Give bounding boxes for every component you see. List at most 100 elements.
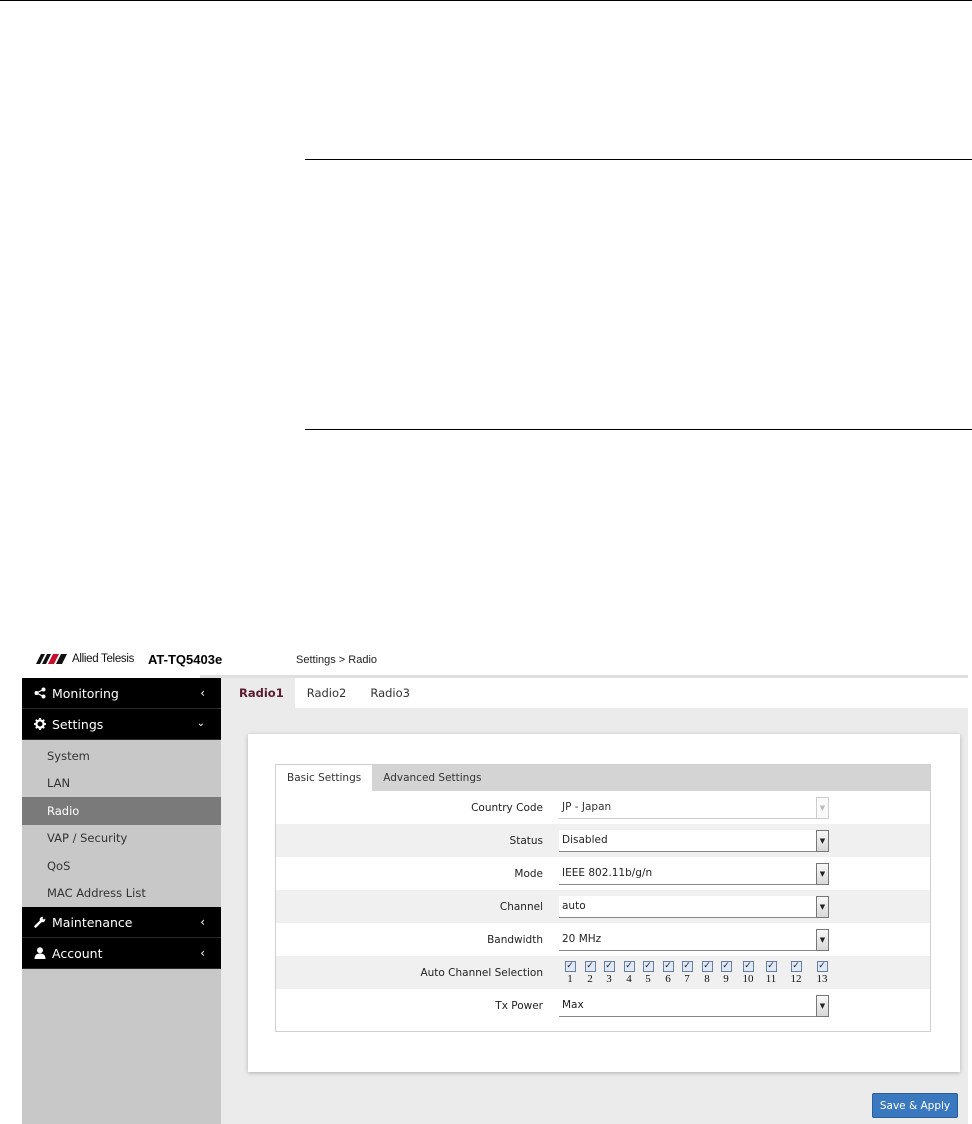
divider-rule — [305, 429, 972, 430]
channel-option[interactable]: ✓ 6 — [661, 961, 675, 985]
divider-rule — [305, 159, 972, 160]
channel-number: 12 — [790, 973, 802, 985]
checkbox-checked-icon[interactable]: ✓ — [720, 961, 732, 972]
dropdown-arrow-icon[interactable]: ▼ — [816, 928, 829, 951]
channel-number: 9 — [723, 973, 729, 985]
channel-option[interactable]: ✓ 11 — [762, 961, 780, 985]
tx-power-value: Max — [562, 999, 584, 1011]
bandwidth-row: Bandwidth 20 MHz ▼ — [276, 923, 930, 956]
channel-number: 8 — [704, 973, 710, 985]
sidebar-item-maintenance[interactable]: Maintenance ‹ — [22, 907, 221, 938]
checkbox-checked-icon[interactable]: ✓ — [603, 961, 615, 972]
channel-option[interactable]: ✓ 9 — [719, 961, 733, 985]
checkbox-checked-icon[interactable]: ✓ — [584, 961, 596, 972]
sidebar-item-monitoring[interactable]: Monitoring ‹ — [22, 678, 221, 709]
channel-value: auto — [562, 900, 586, 912]
sidebar-item-label: Maintenance — [52, 914, 133, 930]
sidebar-item-lan[interactable]: LAN — [22, 769, 221, 797]
mode-label: Mode — [514, 867, 543, 880]
channel-option[interactable]: ✓ 12 — [787, 961, 805, 985]
checkbox-checked-icon[interactable]: ✓ — [765, 961, 777, 972]
tab-advanced-settings[interactable]: Advanced Settings — [372, 765, 492, 791]
sidebar: Monitoring ‹ Settings ⌄ System LAN Radio… — [22, 678, 221, 1124]
dropdown-arrow-icon[interactable]: ▼ — [816, 994, 829, 1017]
breadcrumb: Settings > Radio — [296, 654, 378, 666]
sidebar-item-label: Monitoring — [52, 685, 119, 701]
channel-number: 10 — [742, 973, 754, 985]
checkbox-checked-icon[interactable]: ✓ — [681, 961, 693, 972]
channel-option[interactable]: ✓ 2 — [583, 961, 597, 985]
checkbox-checked-icon[interactable]: ✓ — [642, 961, 654, 972]
channel-label: Channel — [499, 900, 543, 913]
sidebar-item-system[interactable]: System — [22, 742, 221, 770]
tx-power-label: Tx Power — [495, 999, 543, 1012]
channel-option[interactable]: ✓ 10 — [739, 961, 757, 985]
tx-power-select[interactable]: Max ▼ — [559, 994, 829, 1017]
dropdown-arrow-icon[interactable]: ▼ — [816, 895, 829, 918]
auto-channel-label: Auto Channel Selection — [420, 966, 543, 979]
channel-number: 5 — [645, 973, 651, 985]
sidebar-item-mac-address-list[interactable]: MAC Address List — [22, 879, 221, 907]
checkbox-checked-icon[interactable]: ✓ — [564, 961, 576, 972]
channel-option[interactable]: ✓ 3 — [602, 961, 616, 985]
mode-select[interactable]: IEEE 802.11b/g/n ▼ — [559, 862, 829, 885]
checkbox-checked-icon[interactable]: ✓ — [816, 961, 828, 972]
top-rule — [0, 0, 972, 1]
channel-option[interactable]: ✓ 7 — [680, 961, 694, 985]
dropdown-arrow-icon[interactable]: ▼ — [816, 862, 829, 885]
radio-settings-box: Basic Settings Advanced Settings Country… — [275, 764, 931, 1032]
sidebar-item-vap-security[interactable]: VAP / Security — [22, 824, 221, 852]
channel-option[interactable]: ✓ 8 — [700, 961, 714, 985]
tab-basic-settings[interactable]: Basic Settings — [276, 765, 373, 791]
settings-submenu: System LAN Radio VAP / Security QoS MAC … — [22, 740, 221, 907]
device-model: AT-TQ5403e — [148, 652, 223, 667]
channel-option[interactable]: ✓ 13 — [813, 961, 831, 985]
app-header: Allied Telesis AT-TQ5403e Settings > Rad… — [22, 648, 968, 676]
allied-telesis-logo-icon — [36, 654, 67, 664]
status-select[interactable]: Disabled ▼ — [559, 829, 829, 852]
checkbox-checked-icon[interactable]: ✓ — [790, 961, 802, 972]
settings-sub-tabs: Basic Settings Advanced Settings — [276, 765, 930, 791]
channel-option[interactable]: ✓ 4 — [622, 961, 636, 985]
channel-number: 4 — [626, 973, 632, 985]
channel-option[interactable]: ✓ 5 — [641, 961, 655, 985]
chevron-left-icon: ‹ — [200, 946, 205, 960]
sidebar-item-radio[interactable]: Radio — [22, 797, 221, 825]
channel-number: 7 — [684, 973, 690, 985]
sidebar-item-qos[interactable]: QoS — [22, 852, 221, 880]
channel-option[interactable]: ✓ 1 — [563, 961, 577, 985]
checkbox-checked-icon[interactable]: ✓ — [701, 961, 713, 972]
channel-number: 3 — [606, 973, 612, 985]
dropdown-arrow-icon[interactable]: ▼ — [816, 829, 829, 852]
wrench-icon — [32, 916, 48, 928]
chevron-down-icon: ⌄ — [196, 718, 205, 729]
bandwidth-value: 20 MHz — [562, 933, 602, 945]
brand-name: Allied Telesis — [72, 653, 135, 665]
sidebar-item-label: Settings — [52, 716, 104, 732]
status-label: Status — [509, 834, 543, 847]
country-code-label: Country Code — [471, 801, 543, 814]
status-value: Disabled — [562, 834, 608, 846]
save-apply-button[interactable]: Save & Apply — [872, 1093, 958, 1118]
channel-select[interactable]: auto ▼ — [559, 895, 829, 918]
sidebar-item-label: Account — [52, 945, 103, 961]
chevron-left-icon: ‹ — [200, 686, 205, 700]
tab-radio1[interactable]: Radio1 — [221, 678, 295, 708]
channel-number: 2 — [587, 973, 593, 985]
sidebar-item-account[interactable]: Account ‹ — [22, 938, 221, 969]
sidebar-item-settings[interactable]: Settings ⌄ — [22, 709, 221, 740]
channel-number: 13 — [816, 973, 828, 985]
user-icon — [32, 947, 48, 959]
status-row: Status Disabled ▼ — [276, 824, 930, 857]
chevron-down-icon: ▼ — [816, 796, 829, 819]
channel-number: 1 — [567, 973, 573, 985]
channel-row: Channel auto ▼ — [276, 890, 930, 923]
checkbox-checked-icon[interactable]: ✓ — [623, 961, 635, 972]
checkbox-checked-icon[interactable]: ✓ — [662, 961, 674, 972]
tab-radio3[interactable]: Radio3 — [358, 678, 422, 708]
bandwidth-select[interactable]: 20 MHz ▼ — [559, 928, 829, 951]
tab-radio2[interactable]: Radio2 — [295, 678, 359, 708]
country-code-value: JP - Japan — [562, 801, 612, 813]
checkbox-checked-icon[interactable]: ✓ — [742, 961, 754, 972]
mode-row: Mode IEEE 802.11b/g/n ▼ — [276, 857, 930, 890]
